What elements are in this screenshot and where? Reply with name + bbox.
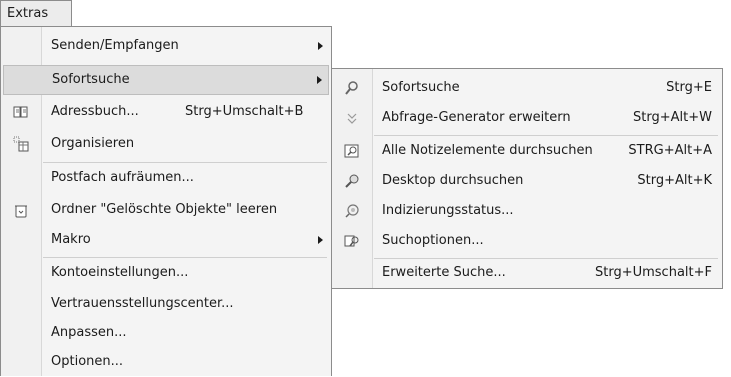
menu-item-shortcut: Strg+Umschalt+B [185,104,304,119]
submenu-item-indizierungsstatus[interactable]: Indizierungsstatus... [334,196,720,226]
menu-item-label: Indizierungsstatus... [382,203,514,218]
search-notes-icon [344,144,359,158]
menu-item-sofortsuche[interactable]: Sofortsuche [3,65,329,95]
menu-item-label: Anpassen... [51,325,127,340]
menu-item-label: Adressbuch... [51,104,139,119]
menu-item-label: Abfrage-Generator erweitern [382,110,571,125]
menu-item-kontoeinstellungen[interactable]: Kontoeinstellungen... [3,258,329,288]
menu-item-vertrauensstellungscenter[interactable]: Vertrauensstellungscenter... [3,289,329,319]
menu-item-label: Optionen... [51,354,124,369]
menu-item-shortcut: Strg+Alt+K [637,173,712,188]
submenu-arrow-icon [317,76,322,84]
menu-item-label: Senden/Empfangen [51,38,179,53]
menu-item-label: Sofortsuche [52,72,130,87]
trash-icon [15,205,27,218]
menu-item-adressbuch[interactable]: Adressbuch... Strg+Umschalt+B [3,97,329,127]
menu-item-shortcut: Strg+Alt+W [633,110,712,125]
desktop-search-icon [345,174,359,188]
menu-item-organisieren[interactable]: Organisieren [3,129,329,159]
submenu-item-sofortsuche[interactable]: Sofortsuche Strg+E [334,73,720,103]
menu-item-label: Alle Notizelemente durchsuchen [382,143,593,158]
search-options-icon [344,235,359,247]
menu-extras-label: Extras [7,6,49,21]
menu-item-senden-empfangen[interactable]: Senden/Empfangen [3,31,329,61]
submenu-item-suchoptionen[interactable]: Suchoptionen... [334,226,720,256]
submenu-item-abfrage-generator[interactable]: Abfrage-Generator erweitern Strg+Alt+W [334,103,720,133]
menu-item-label: Sofortsuche [382,80,460,95]
menu-item-shortcut: Strg+Umschalt+F [595,265,712,280]
expand-chevron-icon [347,113,357,124]
menu-item-postfach-aufraeumen[interactable]: Postfach aufräumen... [3,163,329,193]
menu-item-label: Ordner "Gelöschte Objekte" leeren [51,202,278,217]
submenu-item-erweiterte-suche[interactable]: Erweiterte Suche... Strg+Umschalt+F [334,258,720,288]
indexing-status-icon [345,204,359,218]
menu-item-shortcut: STRG+Alt+A [628,143,712,158]
menu-extras[interactable]: Extras [0,0,72,27]
sofortsuche-submenu: Sofortsuche Strg+E Abfrage-Generator erw… [331,68,723,289]
menu-item-label: Kontoeinstellungen... [51,265,189,280]
menu-item-label: Organisieren [51,136,135,151]
menu-item-label: Suchoptionen... [382,233,484,248]
address-book-icon [13,106,28,118]
menu-item-geloeschte-objekte-leeren[interactable]: Ordner "Gelöschte Objekte" leeren [3,195,329,225]
submenu-arrow-icon [318,236,323,244]
search-icon [345,81,358,95]
menu-item-optionen[interactable]: Optionen... [3,347,329,377]
menu-item-label: Makro [51,232,91,247]
menu-item-label: Vertrauensstellungscenter... [51,296,234,311]
extras-dropdown-menu: Senden/Empfangen Sofortsuche Adressbuch.… [0,26,332,376]
menu-item-label: Erweiterte Suche... [382,265,506,280]
menu-item-shortcut: Strg+E [666,80,712,95]
submenu-item-alle-notizelemente[interactable]: Alle Notizelemente durchsuchen STRG+Alt+… [334,136,720,166]
organize-icon [13,136,29,152]
menu-item-makro[interactable]: Makro [3,225,329,255]
menu-item-anpassen[interactable]: Anpassen... [3,318,329,348]
menu-item-label: Postfach aufräumen... [51,170,194,185]
menu-item-label: Desktop durchsuchen [382,173,524,188]
submenu-item-desktop-durchsuchen[interactable]: Desktop durchsuchen Strg+Alt+K [334,166,720,196]
submenu-arrow-icon [318,42,323,50]
